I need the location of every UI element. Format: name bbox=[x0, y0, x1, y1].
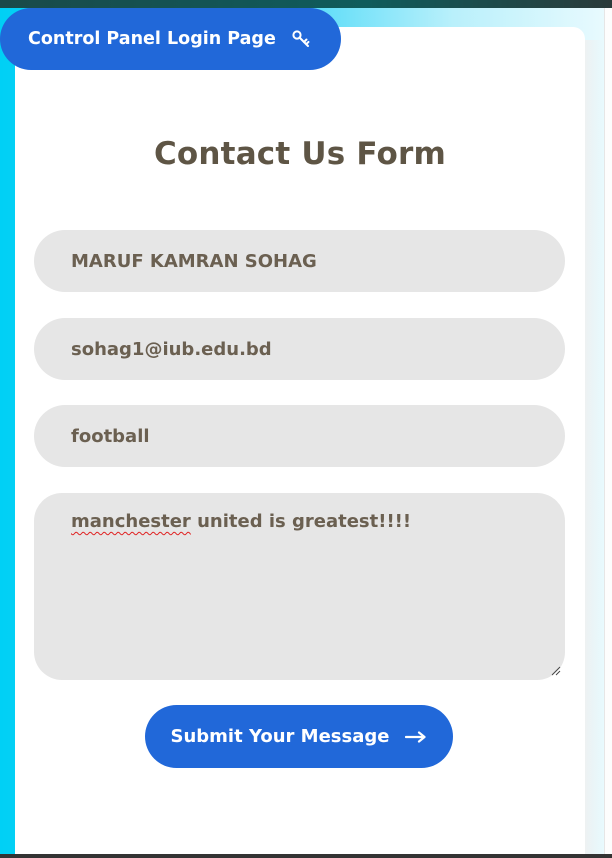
name-field[interactable]: MARUF KAMRAN SOHAG bbox=[34, 230, 565, 292]
subject-field[interactable]: football bbox=[34, 405, 565, 467]
key-icon bbox=[290, 28, 312, 50]
login-button-label: Control Panel Login Page bbox=[28, 29, 276, 49]
email-field-value: sohag1@iub.edu.bd bbox=[71, 338, 272, 360]
email-field[interactable]: sohag1@iub.edu.bd bbox=[34, 318, 565, 380]
name-field-value: MARUF KAMRAN SOHAG bbox=[71, 250, 317, 272]
message-text: united is greatest!!!! bbox=[190, 511, 412, 532]
subject-field-value: football bbox=[71, 425, 150, 447]
submit-button-label: Submit Your Message bbox=[170, 726, 390, 747]
arrow-right-icon bbox=[405, 730, 427, 743]
window-bottom-edge bbox=[0, 854, 612, 858]
resize-handle-icon[interactable] bbox=[551, 666, 561, 676]
misspelled-word: manchester bbox=[71, 511, 191, 532]
control-panel-login-button[interactable]: Control Panel Login Page bbox=[0, 8, 341, 70]
card-shadow bbox=[584, 40, 604, 854]
message-textarea[interactable]: manchester united is greatest!!!! bbox=[34, 493, 565, 680]
submit-button[interactable]: Submit Your Message bbox=[145, 705, 453, 768]
page-title: Contact Us Form bbox=[153, 136, 447, 172]
right-scrollbar-edge bbox=[604, 8, 612, 854]
window-top-strip bbox=[0, 0, 612, 8]
